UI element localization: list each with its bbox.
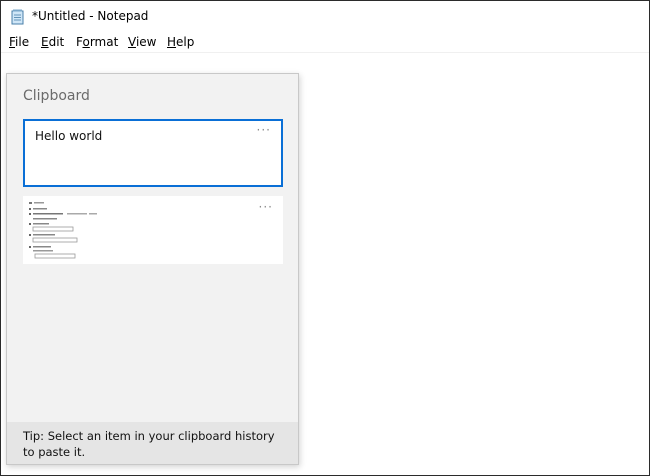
clipboard-title: Clipboard	[23, 88, 90, 104]
menu-format[interactable]: Format	[76, 35, 118, 49]
clipboard-history-panel: Clipboard Hello world ··· ··· Tip: Selec…	[6, 73, 299, 465]
more-options-icon[interactable]: ···	[259, 200, 273, 214]
notepad-window: *Untitled - Notepad File Edit Format Vie…	[0, 0, 650, 476]
menu-help-label: elp	[176, 35, 195, 49]
menu-view-label: iew	[135, 35, 157, 49]
menu-bar: File Edit Format View Help	[1, 33, 649, 53]
clipboard-item-text[interactable]: Hello world ···	[23, 119, 283, 187]
screenshot-thumbnail	[29, 202, 97, 259]
menu-format-mnemonic: o	[82, 35, 90, 49]
menu-file[interactable]: File	[9, 35, 29, 49]
clipboard-item-image[interactable]: ···	[23, 196, 283, 264]
menu-help[interactable]: Help	[167, 35, 194, 49]
menu-file-label: ile	[15, 35, 30, 49]
menu-edit[interactable]: Edit	[41, 35, 64, 49]
menu-format-label: rmat	[89, 35, 119, 49]
menu-view-mnemonic: V	[128, 35, 136, 49]
title-bar[interactable]: *Untitled - Notepad	[1, 1, 649, 32]
menu-edit-label: dit	[48, 35, 65, 49]
menu-edit-mnemonic: E	[41, 35, 49, 49]
window-title: *Untitled - Notepad	[32, 9, 149, 23]
clipboard-tip: Tip: Select an item in your clipboard hi…	[7, 422, 298, 464]
more-options-icon[interactable]: ···	[257, 123, 271, 137]
menu-view[interactable]: View	[128, 35, 156, 49]
clipboard-item-text-content: Hello world	[35, 129, 103, 143]
menu-help-mnemonic: H	[167, 35, 177, 49]
notepad-icon	[11, 9, 24, 25]
